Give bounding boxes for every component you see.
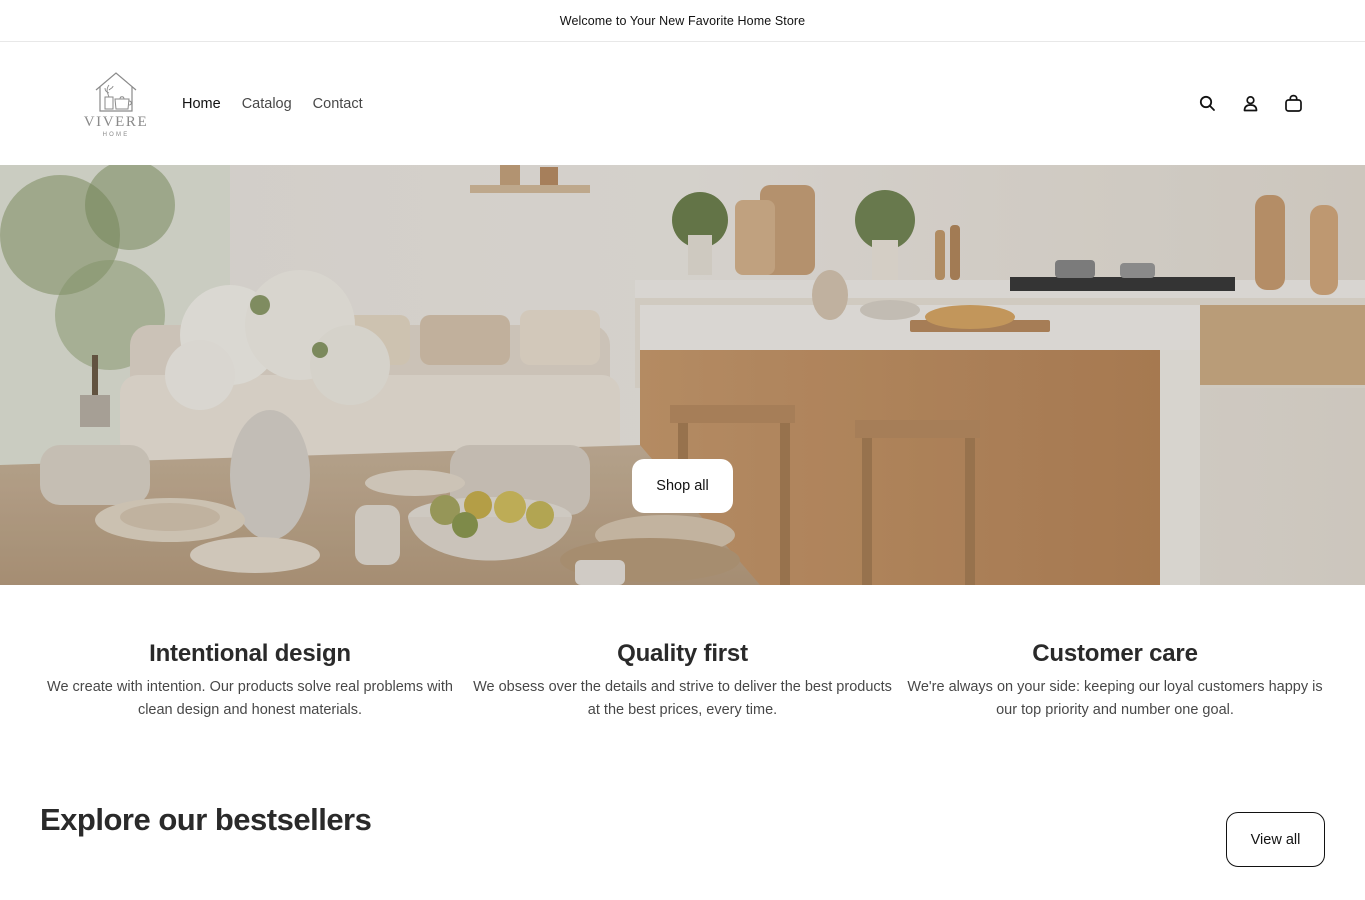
announcement-text: Welcome to Your New Favorite Home Store <box>559 13 806 28</box>
feature-title: Customer care <box>1032 640 1198 667</box>
feature-text: We're always on your side: keeping our l… <box>907 679 1323 718</box>
feature-title: Quality first <box>617 640 748 667</box>
feature-quality-first: Quality first We obsess over the details… <box>473 640 893 770</box>
logo[interactable]: VIVERE HOME <box>83 70 149 138</box>
nav-catalog[interactable]: Catalog <box>242 96 292 112</box>
user-icon <box>1243 96 1258 112</box>
nav-home[interactable]: Home <box>182 96 221 112</box>
logo-subtitle: HOME <box>102 131 130 138</box>
feature-intentional-design: Intentional design We create with intent… <box>40 640 460 770</box>
main-nav: Home Catalog Contact <box>182 96 363 112</box>
search-button[interactable] <box>1186 82 1229 125</box>
announcement-bar: Welcome to Your New Favorite Home Store <box>0 0 1365 42</box>
hero-banner: Shop all <box>0 165 1365 585</box>
feature-title: Intentional design <box>149 640 351 667</box>
search-icon <box>1199 95 1215 111</box>
account-button[interactable] <box>1229 82 1272 125</box>
view-all-button[interactable]: View all <box>1226 812 1325 867</box>
feature-text: We obsess over the details and strive to… <box>473 679 892 718</box>
bestsellers-section: Explore our bestsellers View all <box>0 770 1365 867</box>
header-actions <box>1186 82 1315 125</box>
bestsellers-heading: Explore our bestsellers <box>40 802 372 837</box>
logo-name: VIVERE <box>83 113 149 130</box>
site-header: VIVERE HOME Home Catalog Contact <box>0 42 1365 165</box>
hero-overlay <box>0 165 1365 585</box>
bag-icon <box>1285 94 1302 112</box>
shop-all-button[interactable]: Shop all <box>632 459 733 513</box>
nav-contact[interactable]: Contact <box>313 96 363 112</box>
feature-text: We create with intention. Our products s… <box>47 679 453 718</box>
cart-button[interactable] <box>1272 82 1315 125</box>
logo-house-icon <box>95 71 137 112</box>
features-section: Intentional design We create with intent… <box>0 585 1365 770</box>
feature-customer-care: Customer care We're always on your side:… <box>905 640 1325 770</box>
